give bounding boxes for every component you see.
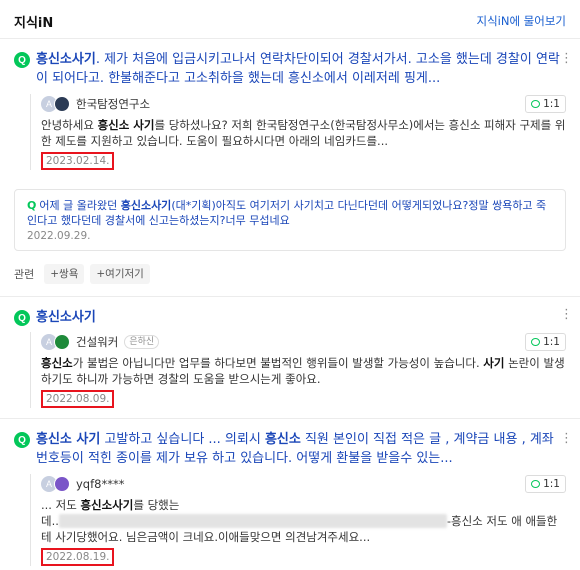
more-options-icon[interactable]: ⋮ [560, 432, 573, 445]
tag-chip[interactable]: +여기저기 [90, 264, 150, 284]
answerer-name[interactable]: yqf8**** [76, 477, 124, 491]
related-date: 2022.09.29. [27, 230, 91, 242]
answerer-badge: 은하신 [124, 335, 160, 349]
one-to-one-button[interactable]: 1:1 [525, 333, 566, 351]
avatar [54, 334, 70, 350]
question-title[interactable]: 흥신소사기 [36, 308, 96, 327]
question-item-2[interactable]: Q 흥신소사기 [14, 308, 560, 327]
chat-bubble-icon [531, 338, 541, 346]
q-icon: Q [27, 199, 37, 212]
chat-bubble-icon [531, 100, 541, 108]
q-icon: Q [14, 310, 30, 326]
tag-chip[interactable]: +쌍욕 [44, 264, 85, 284]
one-to-one-button[interactable]: 1:1 [525, 475, 566, 493]
avatar [54, 96, 70, 112]
question-item-3[interactable]: Q 흥신소 사기 고발하고 싶습니다 ... 의뢰시 흥신소 직원 본인이 직접… [14, 430, 560, 468]
question-item-1[interactable]: Q 흥신소사기. 제가 처음에 입금시키고나서 연락차단이되어 경찰서가서. 고… [14, 50, 560, 88]
q-icon: Q [14, 432, 30, 448]
answer-preview: A 한국탐정연구소 1:1 안녕하세요 흥신소 사기를 당하셨나요? 저희 한국… [30, 94, 566, 170]
answer-text[interactable]: 흥신소가 불법은 아닙니다만 업무를 하다보면 불법적인 행위들이 발생할 가능… [41, 355, 566, 387]
related-question-box[interactable]: Q 어제 글 올라왔던 흥신소사기(대*기획)아직도 여기저기 사기치고 다닌다던… [14, 189, 566, 251]
more-options-icon[interactable]: ⋮ [560, 52, 573, 65]
answerer-name[interactable]: 건설워커 [76, 334, 118, 350]
answer-text[interactable]: ... 저도 흥신소사기를 당했는데..xxxxxxxxxxxxxxxxxxxx… [41, 497, 566, 545]
answer-date: 2023.02.14. [41, 152, 115, 170]
answer-preview: A 건설워커 은하신 1:1 흥신소가 불법은 아닙니다만 업무를 하다보면 불… [30, 332, 566, 408]
question-title[interactable]: 흥신소사기. 제가 처음에 입금시키고나서 연락차단이되어 경찰서가서. 고소을… [36, 50, 560, 88]
related-tags: 관련 +쌍욕 +여기저기 [14, 264, 150, 284]
q-icon: Q [14, 52, 30, 68]
answer-text[interactable]: 안녕하세요 흥신소 사기를 당하셨나요? 저희 한국탐정연구소(한국탐정사무소)… [41, 117, 566, 149]
redacted-text: xxxxxxxxxxxxxxxxxxxxxxxxxxxxxxxxxxxxxxxx… [58, 514, 447, 528]
question-title[interactable]: 흥신소 사기 고발하고 싶습니다 ... 의뢰시 흥신소 직원 본인이 직접 적… [36, 430, 560, 468]
divider [0, 296, 580, 297]
answer-date: 2022.08.09. [41, 390, 115, 408]
divider [0, 418, 580, 419]
more-options-icon[interactable]: ⋮ [560, 308, 573, 321]
section-header: 지식iN 지식iN에 물어보기 [14, 10, 566, 32]
one-to-one-button[interactable]: 1:1 [525, 95, 566, 113]
divider [0, 38, 580, 39]
related-label: 관련 [14, 268, 35, 281]
avatar [54, 476, 70, 492]
section-title: 지식iN [14, 15, 54, 31]
answer-preview: A yqf8**** 1:1 ... 저도 흥신소사기를 당했는데..xxxxx… [30, 474, 566, 566]
chat-bubble-icon [531, 480, 541, 488]
answer-date: 2022.08.19. [41, 548, 115, 566]
ask-jisikin-link[interactable]: 지식iN에 물어보기 [476, 13, 566, 29]
answerer-name[interactable]: 한국탐정연구소 [76, 96, 150, 112]
